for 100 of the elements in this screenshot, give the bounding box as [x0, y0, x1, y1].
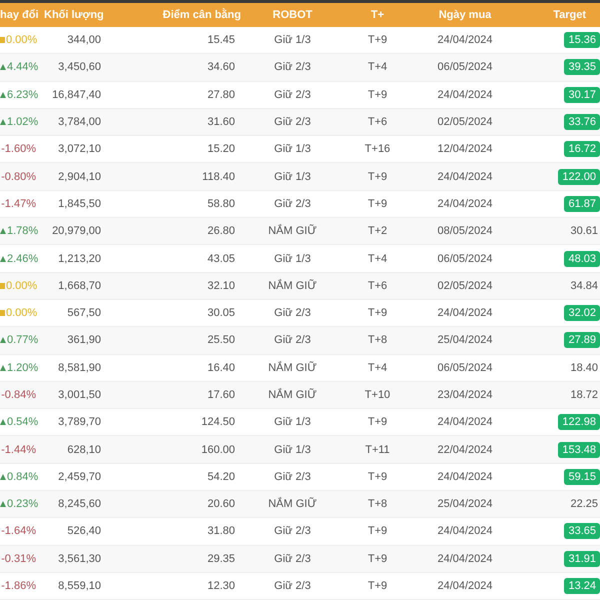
column-header[interactable]: Điểm cân bằng [105, 3, 245, 27]
target-value: 15.36 [564, 32, 600, 48]
t-plus-value: T+6 [368, 116, 388, 128]
t-plus-value: T+9 [368, 88, 388, 101]
target-value: 59.15 [564, 468, 600, 485]
robot-status: Giữ 2/3 [274, 307, 311, 320]
target-value: 34.84 [570, 280, 599, 292]
target-value: 16.72 [564, 141, 600, 158]
robot-status: NẮM GIỮ [268, 498, 317, 510]
column-header[interactable]: hay đổi [0, 3, 40, 27]
balance-value: 34.60 [207, 61, 235, 74]
volume-value: 628,10 [67, 444, 101, 456]
target-value: 30.61 [570, 225, 599, 238]
balance-value: 160.00 [201, 444, 235, 456]
balance-value: 26.80 [207, 225, 235, 238]
purchase-date: 24/04/2024 [437, 580, 493, 592]
change-percent: -0.80% [1, 170, 36, 183]
robot-status: Giữ 1/3 [274, 34, 311, 46]
robot-status: NẮM GIỮ [268, 280, 317, 292]
volume-value: 567,50 [67, 307, 101, 320]
t-plus-value: T+8 [368, 334, 388, 346]
volume-value: 3,784,00 [58, 116, 101, 128]
change-percent: -1.47% [1, 198, 36, 210]
robot-status: Giữ 1/3 [274, 416, 311, 428]
balance-value: 15.45 [207, 34, 235, 46]
volume-value: 2,459,70 [58, 470, 101, 483]
t-plus-value: T+2 [368, 225, 388, 238]
change-percent: -1.64% [1, 525, 36, 538]
target-value: 122.98 [558, 414, 600, 430]
target-value: 18.40 [570, 362, 599, 374]
purchase-date: 08/05/2024 [437, 225, 493, 238]
target-value: 32.02 [564, 305, 600, 322]
change-percent: -1.44% [1, 444, 36, 456]
volume-value: 1,845,50 [58, 198, 101, 210]
target-value: 30.17 [564, 86, 600, 103]
t-plus-value: T+9 [368, 307, 388, 320]
purchase-date: 06/05/2024 [437, 61, 493, 74]
change-percent: -0.84% [1, 389, 36, 401]
t-plus-value: T+9 [368, 525, 388, 538]
target-value: 18.72 [570, 389, 599, 401]
target-value: 27.89 [564, 332, 600, 348]
target-value: 31.91 [564, 550, 600, 567]
purchase-date: 12/04/2024 [437, 143, 493, 156]
target-value: 122.00 [558, 168, 600, 185]
purchase-date: 24/04/2024 [437, 552, 493, 565]
balance-value: 31.80 [207, 525, 235, 538]
robot-status: Giữ 2/3 [274, 470, 311, 483]
volume-value: 3,450,60 [58, 61, 101, 74]
t-plus-value: T+9 [368, 470, 388, 483]
robot-status: NẮM GIỮ [268, 389, 317, 401]
volume-value: 3,561,30 [58, 552, 101, 565]
purchase-date: 06/05/2024 [437, 252, 493, 265]
column-header[interactable]: Khối lượng [40, 3, 105, 27]
volume-value: 344,00 [67, 34, 101, 46]
robot-status: Giữ 2/3 [274, 61, 311, 74]
purchase-date: 02/05/2024 [437, 280, 493, 292]
column-header[interactable]: T+ [340, 3, 415, 27]
target-value: 39.35 [564, 59, 600, 76]
t-plus-value: T+10 [364, 389, 390, 401]
balance-value: 27.80 [207, 88, 235, 101]
balance-value: 32.10 [207, 280, 235, 292]
purchase-date: 24/04/2024 [437, 470, 493, 483]
column-header[interactable]: ROBOT [245, 3, 340, 27]
balance-value: 25.50 [207, 334, 235, 346]
column-header[interactable]: Target [515, 3, 600, 27]
target-value: 33.76 [564, 114, 600, 130]
t-plus-value: T+9 [368, 170, 388, 183]
robot-status: Giữ 2/3 [274, 334, 311, 346]
t-plus-value: T+9 [368, 198, 388, 210]
robot-status: Giữ 1/3 [274, 143, 311, 156]
change-percent: 6.23% [7, 88, 38, 101]
target-value: 153.48 [558, 442, 600, 458]
volume-value: 1,213,20 [58, 252, 101, 265]
purchase-date: 24/04/2024 [437, 34, 493, 46]
change-percent: 1.02% [7, 116, 38, 128]
robot-status: NẮM GIỮ [268, 362, 317, 374]
change-percent: 1.78% [7, 225, 38, 238]
robot-status: Giữ 1/3 [274, 170, 311, 183]
purchase-date: 24/04/2024 [437, 198, 493, 210]
robot-status: Giữ 1/3 [274, 252, 311, 265]
change-percent: 0.77% [7, 334, 38, 346]
balance-value: 12.30 [207, 580, 235, 592]
purchase-date: 25/04/2024 [437, 334, 493, 346]
purchase-date: 24/04/2024 [437, 170, 493, 183]
target-value: 33.65 [564, 523, 600, 540]
change-percent: -1.60% [1, 143, 36, 156]
purchase-date: 06/05/2024 [437, 362, 493, 374]
volume-value: 3,789,70 [58, 416, 101, 428]
t-plus-value: T+4 [368, 61, 388, 74]
change-percent: 0.00% [6, 307, 38, 320]
balance-value: 20.60 [207, 498, 235, 510]
robot-status: Giữ 2/3 [274, 198, 311, 210]
t-plus-value: T+8 [368, 498, 388, 510]
volume-value: 8,559,10 [58, 580, 101, 592]
volume-value: 1,668,70 [58, 280, 101, 292]
balance-value: 54.20 [207, 470, 235, 483]
balance-value: 43.05 [207, 252, 235, 265]
column-header[interactable]: Ngày mua [415, 3, 515, 27]
robot-status: Giữ 2/3 [274, 88, 311, 101]
change-percent: 0.00% [6, 280, 38, 292]
